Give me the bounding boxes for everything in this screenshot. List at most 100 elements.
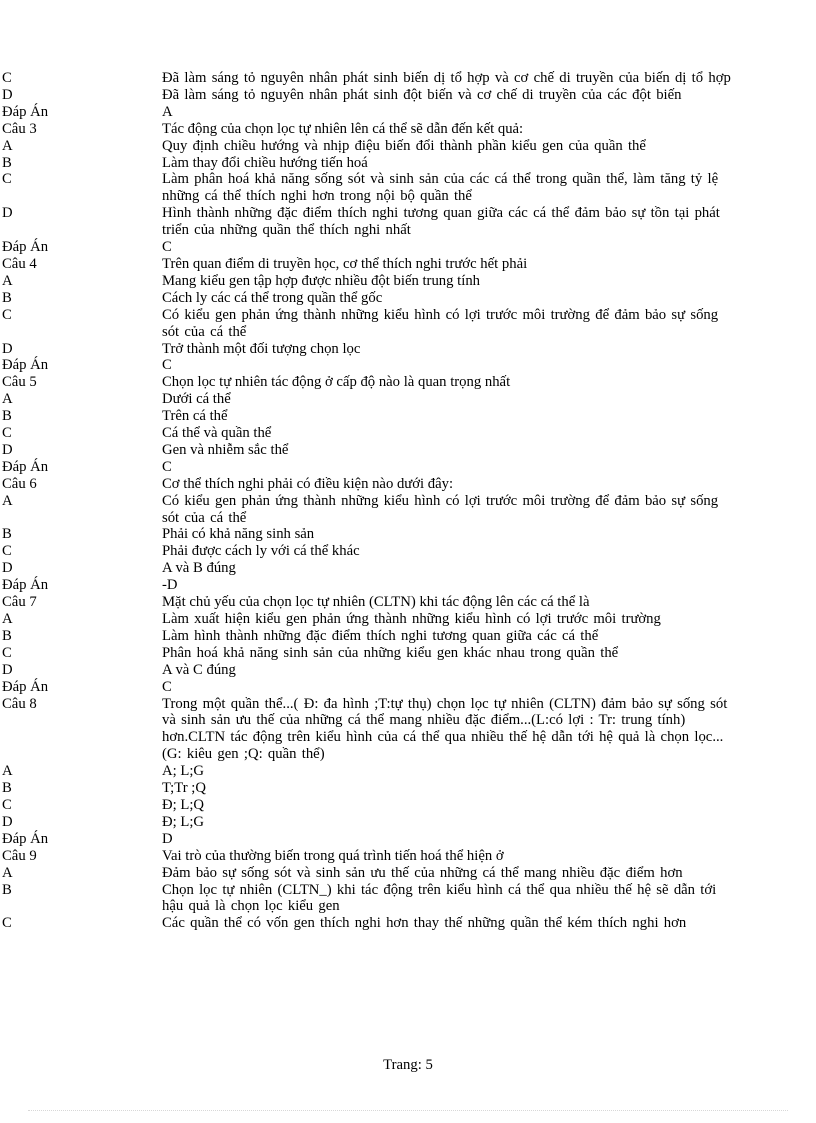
quiz-line: A Dưới cá thể xyxy=(2,391,734,408)
quiz-line-label: D xyxy=(2,86,13,103)
quiz-line-text: A và B đúng xyxy=(162,560,236,577)
quiz-line-text: Đ; L;Q xyxy=(162,796,205,813)
quiz-line: Đáp Án A xyxy=(2,103,734,121)
quiz-line: A Đảm bảo sự sống sót và sinh sản ưu thế … xyxy=(2,864,734,882)
quiz-line-label: Câu 3 xyxy=(2,120,37,137)
quiz-line-label: B xyxy=(2,526,12,543)
quiz-line: C Làm phân hoá khả năng sống sót và sinh … xyxy=(2,171,734,205)
quiz-line-label: Câu 4 xyxy=(2,255,37,272)
quiz-line: D A và B đúng xyxy=(2,560,734,577)
quiz-line: Câu 6 Cơ thể thích nghi phải có điều kiện… xyxy=(2,475,734,493)
question-list: C Đã làm sáng tỏ nguyên nhân phát sinh bi… xyxy=(2,70,734,932)
quiz-line: D Gen và nhiễm sắc thể xyxy=(2,441,734,459)
quiz-line-text: Gen và nhiễm sắc thể xyxy=(162,441,289,458)
quiz-line-text: Phân hoá khả năng sinh sản của những kiể… xyxy=(162,644,619,661)
quiz-line-label: Câu 5 xyxy=(2,374,37,391)
quiz-line-text: Cơ thể thích nghi phải có điều kiện nào … xyxy=(162,475,454,492)
quiz-line: C Cá thể và quần thể xyxy=(2,425,734,442)
page-footer: Trang: 5 xyxy=(0,1057,816,1074)
quiz-line: Đáp Án C xyxy=(2,458,734,476)
quiz-line-text: C xyxy=(162,458,172,475)
quiz-line: D Hình thành những đặc điểm thích nghi tư… xyxy=(2,205,734,239)
quiz-line-text: A và C đúng xyxy=(162,661,236,678)
quiz-line: Câu 7 Mặt chủ yếu của chọn lọc tự nhiên (… xyxy=(2,594,734,611)
quiz-line-label: Đáp Án xyxy=(2,458,49,475)
quiz-line: Câu 4 Trên quan điểm di truyền học, cơ th… xyxy=(2,255,734,273)
quiz-line-text: Cá thể và quần thể xyxy=(162,425,272,442)
quiz-line: C Đã làm sáng tỏ nguyên nhân phát sinh bi… xyxy=(2,70,734,87)
quiz-line: A Có kiểu gen phản ứng thành những kiểu h… xyxy=(2,492,734,527)
quiz-line-text: Trên cá thể xyxy=(162,408,228,425)
quiz-line-label: C xyxy=(2,644,12,661)
quiz-line: Câu 3 Tác động của chọn lọc tự nhiên lên … xyxy=(2,120,734,138)
quiz-line: B Cách ly các cá thể trong quần thể gốc xyxy=(2,289,734,307)
quiz-line-text: Đã làm sáng tỏ nguyên nhân phát sinh đột… xyxy=(162,86,682,103)
quiz-line-label: Câu 8 xyxy=(2,695,37,712)
quiz-line-label: Đáp Án xyxy=(2,577,49,594)
quiz-line-text: C xyxy=(162,239,172,256)
quiz-line-label: A xyxy=(2,864,13,881)
quiz-line: Đáp Án C xyxy=(2,239,734,256)
quiz-line-label: D xyxy=(2,560,13,577)
quiz-line: Đáp Án C xyxy=(2,357,734,374)
quiz-line-label: Câu 9 xyxy=(2,847,37,864)
quiz-line-label: C xyxy=(2,70,12,86)
quiz-line: B Chọn lọc tự nhiên (CLTN_) khi tác động … xyxy=(2,882,734,916)
quiz-line-text: Đã làm sáng tỏ nguyên nhân phát sinh biế… xyxy=(162,70,731,86)
quiz-line-label: B xyxy=(2,627,12,644)
quiz-line-text: C xyxy=(162,678,172,695)
quiz-line-text: Dưới cá thể xyxy=(162,391,231,408)
quiz-line-label: Đáp Án xyxy=(2,103,49,120)
quiz-line-label: D xyxy=(2,340,13,357)
quiz-line: B Làm thay đổi chiều hướng tiến hoá xyxy=(2,154,734,172)
quiz-line-label: C xyxy=(2,171,12,188)
quiz-line: D Đã làm sáng tỏ nguyên nhân phát sinh độ… xyxy=(2,86,734,104)
quiz-line: A Làm xuất hiện kiểu gen phản ứng thành n… xyxy=(2,611,734,628)
document-page: C Đã làm sáng tỏ nguyên nhân phát sinh bi… xyxy=(0,0,816,1123)
quiz-line: Đáp Án D xyxy=(2,830,734,848)
quiz-line-text: Mặt chủ yếu của chọn lọc tự nhiên (CLTN)… xyxy=(162,594,590,611)
quiz-line-label: Đáp Án xyxy=(2,239,49,256)
quiz-line: C Phân hoá khả năng sinh sản của những ki… xyxy=(2,644,734,662)
quiz-line-text: Chọn lọc tự nhiên tác động ở cấp độ nào … xyxy=(162,374,511,391)
footer-page-label: Trang: 5 xyxy=(383,1057,433,1073)
quiz-line-label: Câu 6 xyxy=(2,475,37,492)
quiz-line-label: C xyxy=(2,796,12,813)
quiz-line-label: A xyxy=(2,391,13,408)
quiz-line-text: D xyxy=(162,830,173,847)
quiz-line: A A; L;G xyxy=(2,763,734,780)
quiz-line-text: Phải được cách ly với cá thể khác xyxy=(162,543,360,560)
quiz-line-text: Làm hình thành những đặc điểm thích nghi… xyxy=(162,627,599,644)
quiz-line-label: Câu 7 xyxy=(2,594,37,611)
quiz-line-label: D xyxy=(2,813,13,830)
quiz-line: B T;Tr ;Q xyxy=(2,780,734,797)
quiz-line-label: B xyxy=(2,154,12,171)
quiz-line-text: Quy định chiều hướng và nhịp điệu biến đ… xyxy=(162,137,646,154)
quiz-line-label: D xyxy=(2,441,13,458)
quiz-line-text: Phải có khả năng sinh sản xyxy=(162,526,315,543)
quiz-line-text: Đảm bảo sự sống sót và sinh sản ưu thế c… xyxy=(162,864,683,881)
quiz-line-text: -D xyxy=(162,577,178,594)
quiz-line-label: Đáp Án xyxy=(2,830,49,847)
quiz-line-text: Đ; L;G xyxy=(162,813,205,830)
quiz-line: D Trở thành một đối tượng chọn lọc xyxy=(2,340,734,358)
quiz-line: Đáp Án -D xyxy=(2,577,734,594)
quiz-line-text: Các quần thể có vốn gen thích nghi hơn t… xyxy=(162,915,687,932)
quiz-line: B Làm hình thành những đặc điểm thích ngh… xyxy=(2,627,734,645)
quiz-line-text: Vai trò của thường biến trong quá trình … xyxy=(162,847,504,864)
quiz-line: C Phải được cách ly với cá thể khác xyxy=(2,543,734,560)
quiz-line-text: Làm xuất hiện kiểu gen phản ứng thành nh… xyxy=(162,611,661,627)
quiz-line-label: A xyxy=(2,272,13,289)
quiz-line-text: C xyxy=(162,357,172,374)
quiz-line-label: A xyxy=(2,611,13,627)
quiz-line-label: C xyxy=(2,306,12,323)
quiz-line: Câu 9 Vai trò của thường biến trong quá t… xyxy=(2,847,734,865)
quiz-line-text: A; L;G xyxy=(162,763,205,780)
quiz-line: Câu 8 Trong một quần thể...( Đ: đa hình ;… xyxy=(2,695,734,764)
quiz-line-text: Trên quan điểm di truyền học, cơ thể thí… xyxy=(162,255,528,272)
page-break-divider xyxy=(28,1110,788,1111)
quiz-line-text: Cách ly các cá thể trong quần thể gốc xyxy=(162,289,383,306)
quiz-line-label: D xyxy=(2,205,13,222)
quiz-line-label: A xyxy=(2,492,13,509)
quiz-line-label: B xyxy=(2,408,12,425)
